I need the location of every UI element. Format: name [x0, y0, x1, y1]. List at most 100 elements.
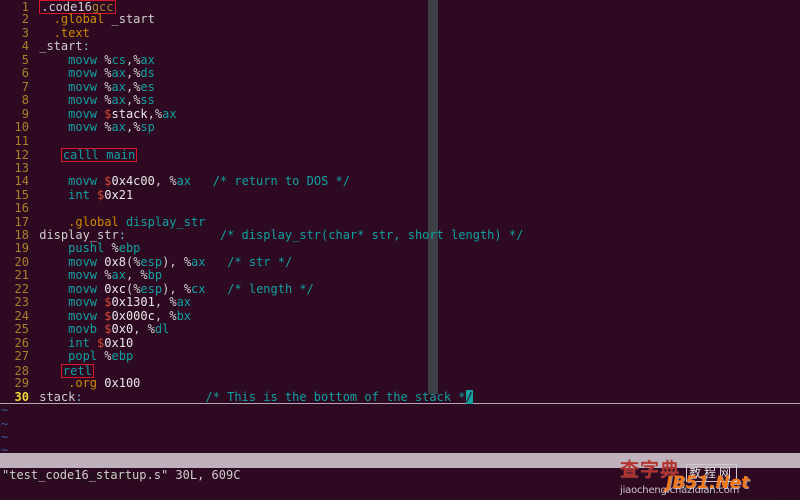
comment-length: /* length */ [227, 281, 314, 296]
code-line[interactable]: 26 int $0x10 [0, 335, 800, 350]
code-line[interactable]: 20 movw 0x8(%esp), %ax /* str */ [0, 254, 800, 269]
register-ax: ax [176, 174, 192, 189]
code-line[interactable]: 19 pushl %ebp [0, 241, 800, 255]
code-line-blank[interactable]: 13 [0, 160, 800, 175]
code-line[interactable]: 2 .global _start [0, 12, 800, 27]
mnemonic-movw: movw [68, 52, 98, 67]
code-line[interactable]: 5 movw %cs,%ax [0, 52, 800, 67]
sigil-percent: % [154, 106, 163, 121]
register-ax: ax [176, 295, 192, 310]
line-number: 26 [14, 335, 29, 350]
register-ax: ax [140, 52, 155, 67]
code-line[interactable]: 29 .org 0x100 [0, 376, 800, 391]
code-line-blank[interactable]: 11 [0, 134, 800, 148]
vim-command-line[interactable]: "test_code16_startup.s" 30L, 609C [0, 468, 800, 483]
comma: , [133, 322, 141, 337]
line-number: 22 [14, 281, 29, 296]
mnemonic-movw: movw [68, 295, 98, 310]
directive-text: .text [53, 25, 90, 40]
immediate-0x0: 0x0 [111, 322, 134, 337]
line-number: 25 [14, 322, 29, 337]
terminal-window: 1 .code16gcc 2 .global _start 3 .text 4 … [0, 0, 800, 500]
code-line[interactable]: 6 movw %ax,%ds [0, 66, 800, 81]
comma: , [147, 106, 155, 121]
symbol-main: main [106, 148, 136, 163]
line-number: 14 [14, 174, 29, 189]
label-colon: : [118, 227, 126, 242]
mnemonic-popl: popl [68, 349, 98, 364]
symbol-display-str: display_str [125, 214, 206, 229]
line-number: 3 [21, 25, 29, 40]
mnemonic-movw: movw [68, 106, 98, 121]
label-colon: : [75, 389, 83, 404]
code-line[interactable]: 22 movw 0xc(%esp), %cx /* length */ [0, 281, 800, 296]
code-line[interactable]: 23 movw $0x1301, %ax [0, 295, 800, 310]
filler-row: ~ [0, 403, 800, 418]
register-ax: ax [111, 120, 126, 135]
code-line-blank[interactable]: 16 [0, 201, 800, 216]
mnemonic-movb: movb [68, 322, 98, 337]
line-number: 4 [21, 39, 29, 54]
filler-tilde: ~ [1, 403, 9, 418]
vim-editor-pane[interactable]: 1 .code16gcc 2 .global _start 3 .text 4 … [0, 0, 800, 457]
register-ax: ax [162, 106, 177, 121]
mnemonic-movw: movw [68, 79, 98, 94]
sigil-percent: % [169, 174, 177, 189]
register-sp: sp [140, 120, 155, 135]
register-ebp: ebp [111, 349, 134, 364]
code-line[interactable]: 3 .text [0, 25, 800, 40]
line-number: 10 [14, 120, 29, 135]
sigil-percent: % [183, 254, 192, 269]
filler-row: ~ [0, 417, 800, 431]
line-number: 6 [21, 66, 29, 81]
immediate-0x100: 0x100 [104, 376, 141, 391]
label-colon: : [82, 39, 90, 54]
code-line[interactable]: 15 int $0x21 [0, 187, 800, 202]
register-ax: ax [111, 268, 126, 283]
register-cx: cx [191, 281, 206, 296]
label-stack: stack [39, 389, 76, 404]
code-line-current[interactable]: 30 stack: /* This is the bottom of the s… [0, 389, 800, 405]
register-ax: ax [191, 254, 206, 269]
line-number: 29 [14, 376, 29, 391]
line-number: 24 [14, 308, 29, 323]
register-esp: esp [140, 254, 163, 269]
mnemonic-movw: movw [68, 281, 98, 296]
code-line[interactable]: 9 movw $stack,%ax [0, 106, 800, 121]
code-line[interactable]: 12 calll main [0, 148, 800, 163]
code-line[interactable]: 1 .code16gcc [0, 0, 800, 14]
code-line[interactable]: 24 movw $0x000c, %bx [0, 308, 800, 323]
code-line[interactable]: 14 movw $0x4c00, %ax /* return to DOS */ [0, 174, 800, 189]
sigil-dollar: $ [104, 106, 112, 121]
comma: , [169, 281, 177, 296]
register-bx: bx [176, 308, 192, 323]
comma: , [154, 174, 163, 189]
filler-tilde: ~ [1, 430, 9, 444]
code-line[interactable]: 8 movw %ax,%ss [0, 93, 800, 108]
directive-global: .global [68, 214, 119, 229]
mnemonic-movw: movw [68, 93, 98, 108]
code-line[interactable]: 7 movw %ax,%es [0, 79, 800, 94]
code-line[interactable]: 27 popl %ebp [0, 349, 800, 364]
code-line[interactable]: 10 movw %ax,%sp [0, 120, 800, 135]
code-line[interactable]: 17 .global display_str [0, 214, 800, 229]
comment-return-to-dos: /* return to DOS */ [212, 174, 350, 189]
code-line[interactable]: 4 _start: [0, 39, 800, 54]
code-line[interactable]: 28 retl [0, 363, 800, 378]
line-number: 16 [14, 201, 29, 216]
line-number: 15 [14, 187, 29, 202]
sigil-percent: % [169, 308, 177, 323]
comma: , [169, 254, 177, 269]
register-ss: ss [140, 93, 155, 108]
sigil-percent: % [104, 66, 112, 81]
line-number: 13 [14, 160, 29, 175]
line-number: 5 [21, 52, 29, 67]
sigil-percent: % [104, 120, 112, 135]
code-line[interactable]: 18 display_str: /* display_str(char* str… [0, 227, 800, 242]
comment-bottom-of-stack: /* This is the bottom of the stack * [205, 389, 466, 404]
status-cursor-position: 30,61 [680, 483, 717, 497]
code-line[interactable]: 25 movb $0x0, %dl [0, 322, 800, 337]
code-line[interactable]: 21 movw %ax, %bp [0, 268, 800, 283]
sigil-dollar: $ [104, 295, 112, 310]
line-number: 2 [21, 12, 29, 27]
